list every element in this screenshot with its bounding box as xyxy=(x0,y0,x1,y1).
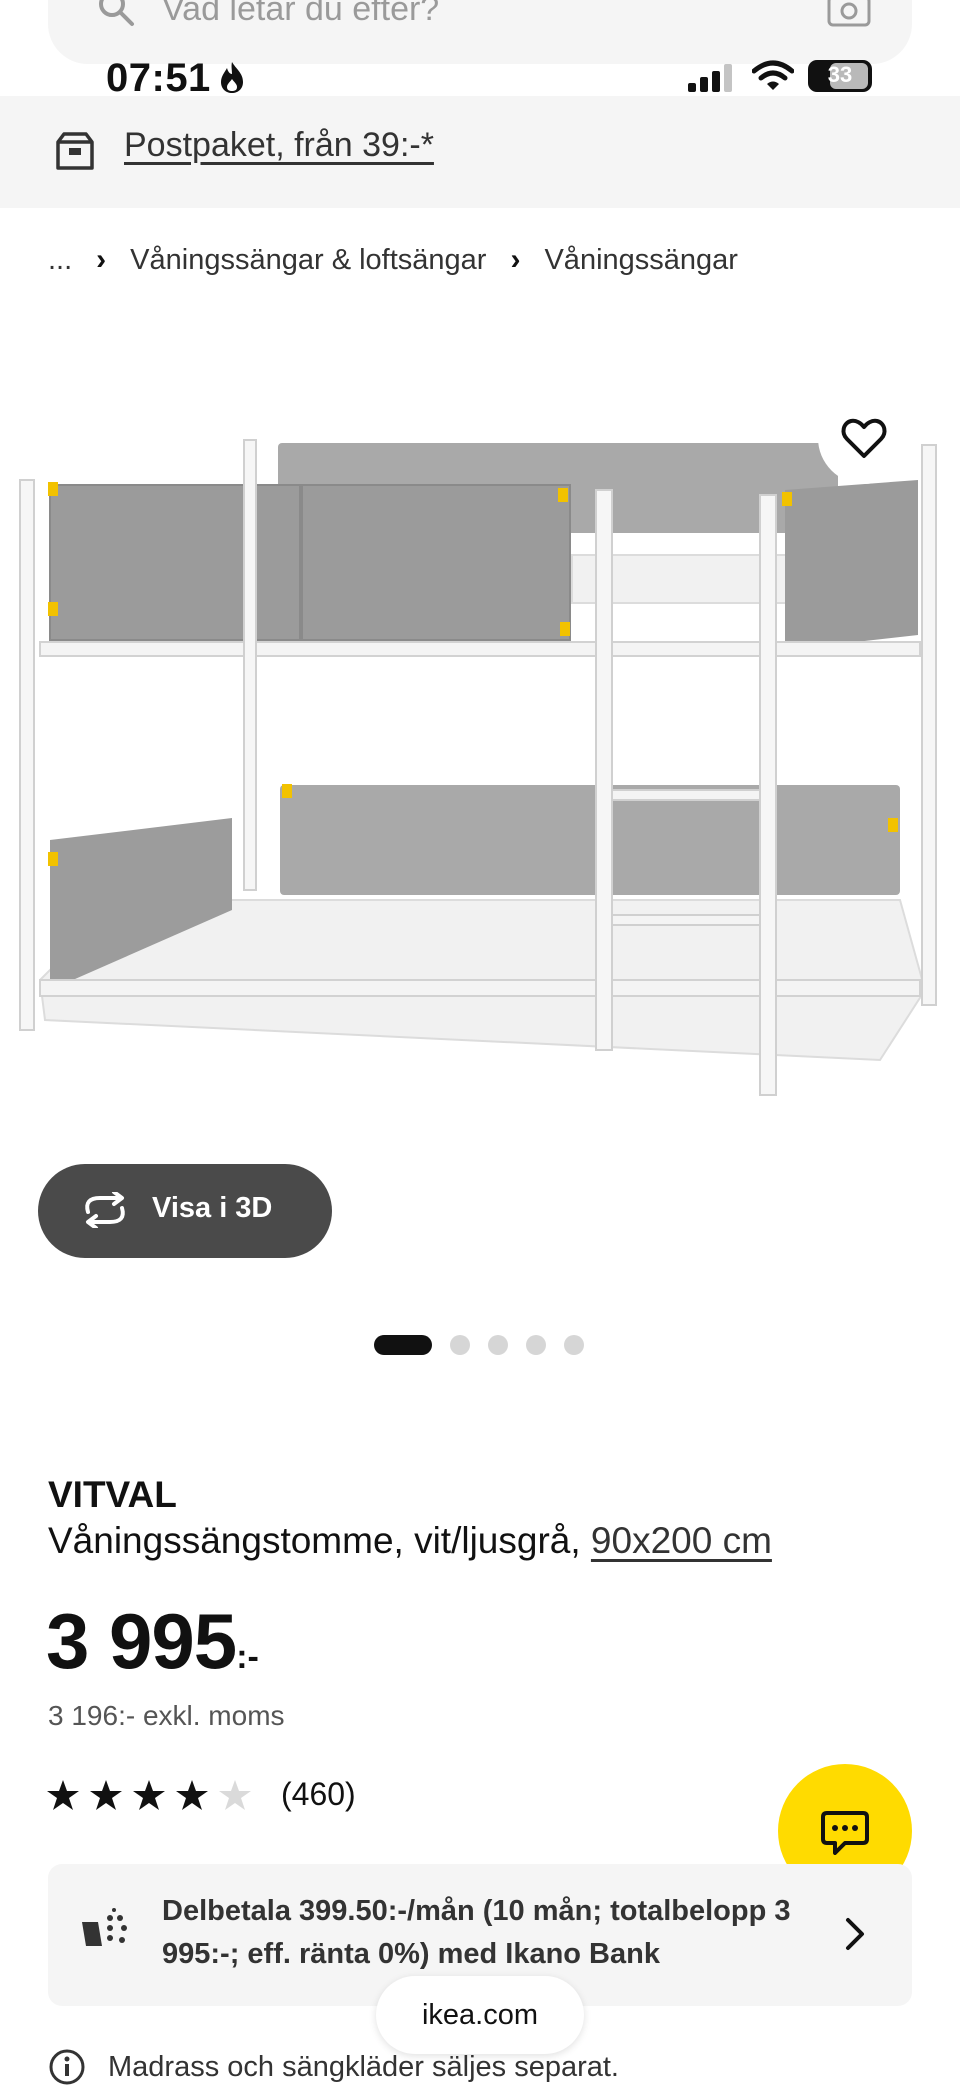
status-time: 07:51 xyxy=(106,56,211,100)
product-note-text: Madrass och sängkläder säljes separat. xyxy=(108,2050,619,2083)
carousel-dot[interactable] xyxy=(450,1335,470,1355)
bed-panel-front-left xyxy=(49,484,301,641)
review-count[interactable]: (460) xyxy=(281,1776,356,1813)
flame-icon xyxy=(221,62,243,93)
bed-panel-front-right xyxy=(301,484,571,641)
star-filled-icon xyxy=(47,1779,79,1810)
star-filled-icon xyxy=(176,1779,208,1810)
search-placeholder[interactable]: Vad letar du efter? xyxy=(162,0,439,29)
camera-icon[interactable] xyxy=(826,0,872,28)
star-filled-icon xyxy=(90,1779,122,1810)
price-excl-vat: 3 196:- exkl. moms xyxy=(48,1700,285,1731)
breadcrumb: ... › Våningssängar & loftsängar › Vånin… xyxy=(48,240,738,280)
bed-rail-top xyxy=(39,641,921,657)
carousel-dot[interactable] xyxy=(526,1335,546,1355)
battery-level: 33 xyxy=(827,62,853,87)
chevron-right-icon: › xyxy=(510,243,521,276)
favorite-button[interactable] xyxy=(818,392,910,484)
search-bar[interactable]: Vad letar du efter? xyxy=(48,0,912,64)
carousel-indicator xyxy=(374,1335,602,1355)
product-brand: VITVAL xyxy=(48,1474,177,1515)
status-bar: 07:51 33 xyxy=(0,56,960,100)
product-image[interactable] xyxy=(0,330,960,1300)
bed-post-back xyxy=(243,439,257,891)
breadcrumb-item-bunk-loft-beds[interactable]: Våningssängar & loftsängar xyxy=(130,244,486,277)
carousel-dot[interactable] xyxy=(488,1335,508,1355)
view-3d-button[interactable]: Visa i 3D xyxy=(38,1164,332,1258)
bed-post-left xyxy=(19,479,35,1031)
financing-text: Delbetala 399.50:-/mån (10 mån; totalbel… xyxy=(162,1895,791,1970)
view-3d-label: Visa i 3D xyxy=(152,1192,273,1224)
installment-icon xyxy=(82,1908,127,1946)
carousel-dot[interactable] xyxy=(564,1335,584,1355)
price-amount: 3 995 xyxy=(46,1597,237,1685)
chat-icon xyxy=(821,1811,869,1855)
ladder-rung xyxy=(611,789,761,801)
rating[interactable]: (460) xyxy=(46,1776,356,1813)
bed-post-front-right xyxy=(759,494,777,1096)
chevron-right-icon xyxy=(846,1918,864,1950)
bed-post-right xyxy=(921,444,937,1006)
star-filled-icon xyxy=(133,1779,165,1810)
battery-icon: 33 xyxy=(808,60,872,92)
heart-icon xyxy=(841,418,887,458)
search-icon xyxy=(99,0,134,26)
product-description-text: Våningssängstomme, vit/ljusgrå, xyxy=(48,1520,581,1561)
product-size-link[interactable]: 90x200 cm xyxy=(591,1520,772,1561)
product-price: 3 995:- xyxy=(46,1596,259,1687)
breadcrumb-item-more[interactable]: ... xyxy=(48,244,72,277)
product-description: Våningssängstomme, vit/ljusgrå, 90x200 c… xyxy=(48,1520,772,1562)
chevron-right-icon: › xyxy=(96,243,107,276)
browser-url-pill[interactable]: ikea.com xyxy=(376,1976,584,2054)
signal-icon xyxy=(688,64,732,92)
promo-link[interactable]: Postpaket, från 39:-* xyxy=(124,126,434,165)
bed-panel-back-bottom xyxy=(280,785,900,895)
bed-panel-end xyxy=(785,480,918,650)
ladder-rung xyxy=(611,914,761,926)
rotate-3d-icon xyxy=(85,1192,125,1228)
product-note: Madrass och sängkläder säljes separat. xyxy=(48,2048,619,2086)
price-suffix: :- xyxy=(236,1638,259,1676)
shipping-promo[interactable]: Postpaket, från 39:-* xyxy=(0,96,960,208)
carousel-dot-active[interactable] xyxy=(374,1335,432,1355)
parcel-icon xyxy=(56,132,94,170)
breadcrumb-item-bunk-beds[interactable]: Våningssängar xyxy=(544,244,737,277)
bed-rail-bottom xyxy=(39,979,921,997)
info-icon xyxy=(49,2049,85,2085)
star-empty-icon xyxy=(219,1779,251,1810)
wifi-icon xyxy=(752,60,794,90)
ladder-rail-left xyxy=(595,489,613,1051)
